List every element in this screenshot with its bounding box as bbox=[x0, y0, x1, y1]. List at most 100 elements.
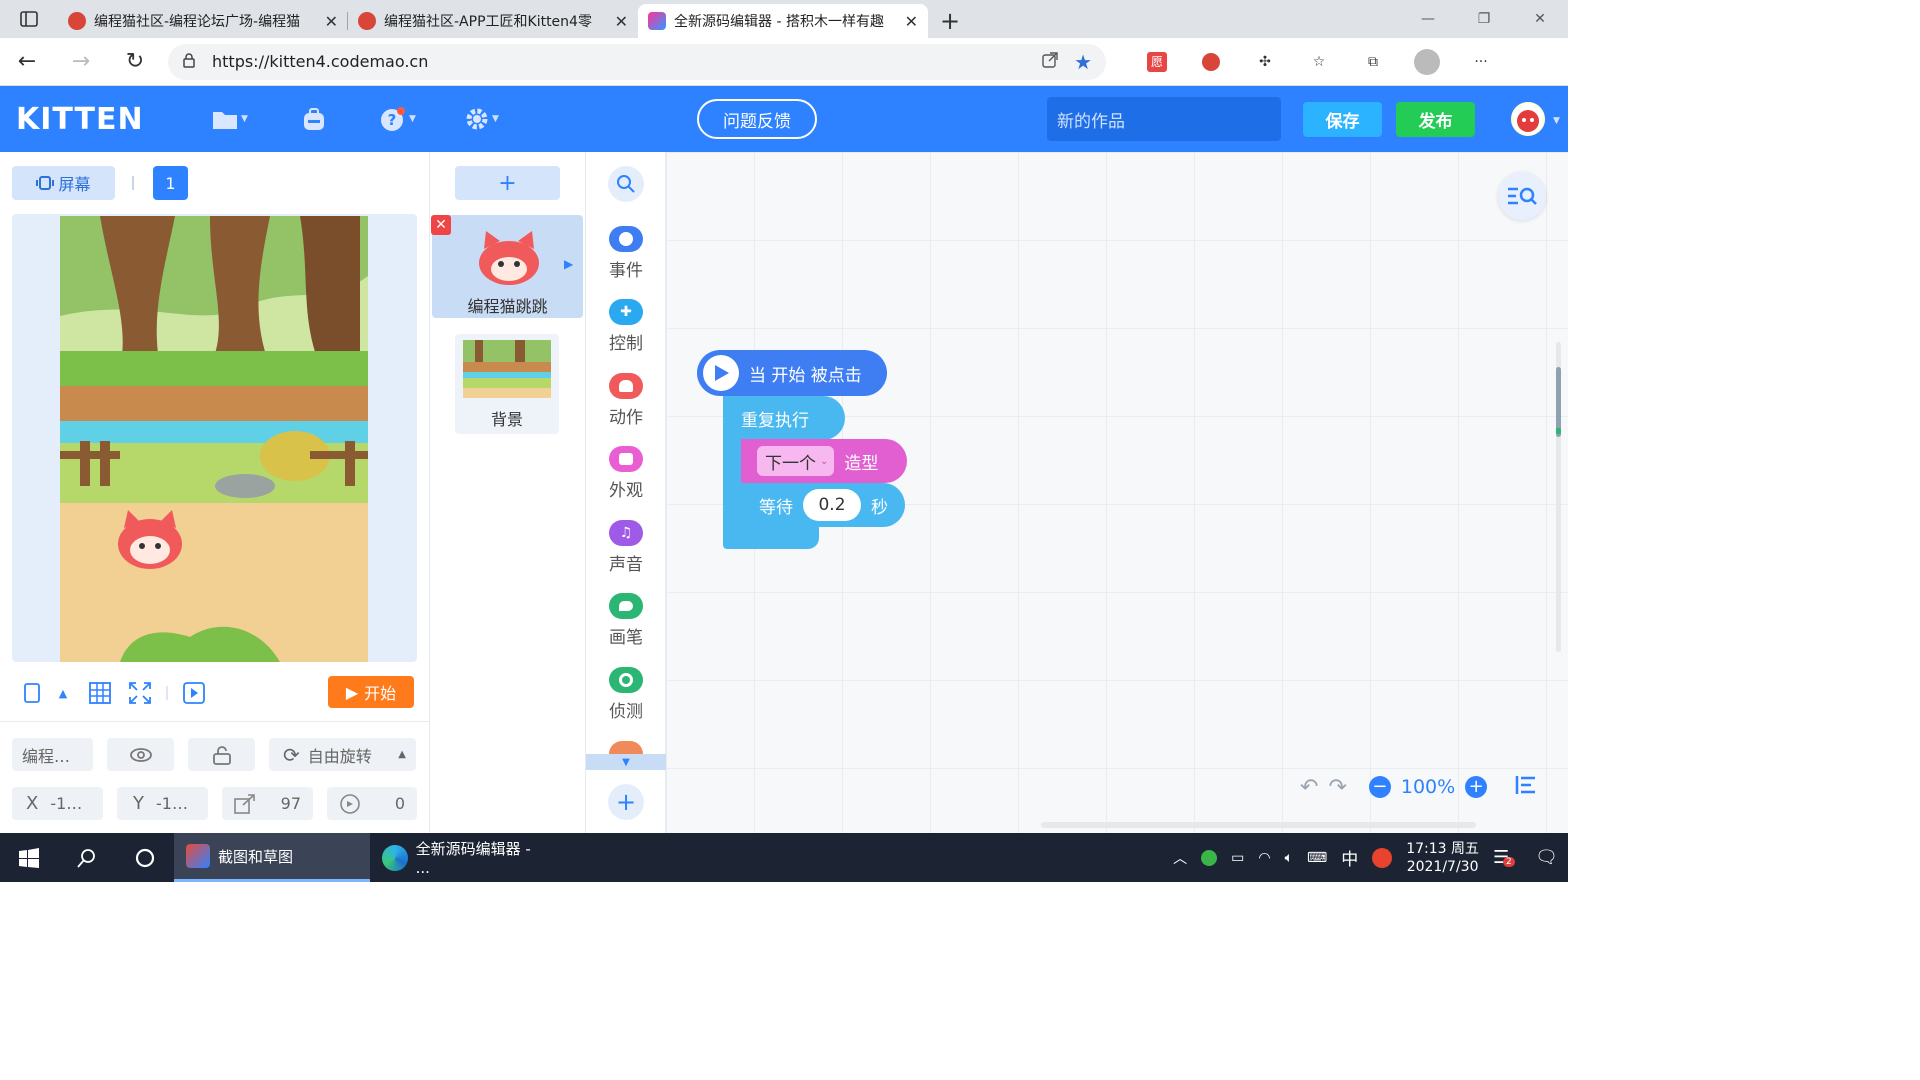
backpack-icon[interactable] bbox=[272, 99, 356, 139]
profile-icon[interactable] bbox=[1400, 38, 1454, 86]
vertical-scroll-thumb[interactable] bbox=[1556, 367, 1561, 437]
category-pen[interactable]: 画笔 bbox=[586, 593, 666, 663]
sogou-ime-icon[interactable] bbox=[1372, 847, 1393, 868]
delete-sprite-icon[interactable]: ✕ bbox=[431, 215, 451, 235]
restore-icon[interactable]: ❐ bbox=[1456, 0, 1512, 38]
refresh-icon[interactable]: ↻ bbox=[108, 38, 162, 86]
grid-icon[interactable] bbox=[80, 675, 120, 711]
direction-value: 0 bbox=[394, 794, 405, 813]
close-tab-icon[interactable]: ✕ bbox=[325, 12, 338, 31]
save-button[interactable]: 保存 bbox=[1303, 102, 1382, 137]
wifi-icon[interactable]: ◠ bbox=[1258, 850, 1270, 866]
more-menu-icon[interactable]: ··· bbox=[1454, 38, 1508, 86]
zoom-out-button[interactable]: − bbox=[1368, 776, 1391, 798]
category-operators-partial-icon[interactable] bbox=[609, 741, 643, 754]
category-control[interactable]: ✚ 控制 bbox=[586, 299, 666, 369]
cortana-icon[interactable] bbox=[116, 833, 174, 882]
close-tab-icon[interactable]: ✕ bbox=[905, 12, 918, 31]
minimize-icon[interactable]: — bbox=[1400, 0, 1456, 38]
chevron-right-icon[interactable]: ▶ bbox=[564, 257, 573, 271]
repeat-block-body[interactable] bbox=[723, 440, 741, 528]
direction-field[interactable]: 0 bbox=[327, 787, 417, 820]
keyboard-icon[interactable]: ⌨ bbox=[1307, 850, 1327, 866]
category-events[interactable]: 事件 bbox=[586, 226, 666, 296]
settings-gear-icon[interactable]: ▼ bbox=[440, 99, 524, 139]
search-icon[interactable] bbox=[58, 833, 116, 882]
stage-canvas[interactable] bbox=[60, 216, 368, 662]
category-sound[interactable]: ♫ 声音 bbox=[586, 520, 666, 590]
horizontal-scrollbar[interactable] bbox=[1041, 822, 1476, 828]
help-menu-icon[interactable]: ? ▼ bbox=[356, 99, 440, 139]
stage-ratio-icon[interactable] bbox=[12, 675, 52, 711]
wait-seconds-input[interactable]: 0.2 bbox=[803, 489, 861, 521]
costume-dropdown[interactable]: 下一个 ⌄ bbox=[757, 446, 835, 476]
undo-icon[interactable]: ↶ bbox=[1300, 775, 1318, 800]
redo-icon[interactable]: ↷ bbox=[1328, 775, 1346, 800]
next-costume-block[interactable]: 下一个 ⌄ 造型 bbox=[741, 439, 907, 483]
add-sprite-button[interactable]: + bbox=[455, 166, 560, 200]
forward-icon[interactable]: → bbox=[54, 38, 108, 86]
taskbar-app-edge[interactable]: 全新源码编辑器 - ... bbox=[370, 833, 560, 882]
chevron-up-icon[interactable]: ▲ bbox=[52, 675, 74, 711]
screen-button[interactable]: 屏幕 bbox=[12, 166, 115, 200]
rotation-mode-select[interactable]: ⟳ 自由旋转 ▲ bbox=[269, 738, 416, 771]
collections-icon[interactable]: ⧉ bbox=[1346, 38, 1400, 86]
size-field[interactable]: 97 bbox=[222, 787, 313, 820]
close-window-icon[interactable]: ✕ bbox=[1512, 0, 1568, 38]
publish-button[interactable]: 发布 bbox=[1396, 102, 1475, 137]
avatar-chevron-down-icon[interactable]: ▼ bbox=[1553, 116, 1560, 126]
start-button[interactable]: ▶ 开始 bbox=[328, 676, 414, 708]
play-preview-icon[interactable] bbox=[174, 675, 214, 711]
repeat-forever-block[interactable]: 重复执行 bbox=[723, 396, 845, 440]
tab-actions-icon[interactable] bbox=[0, 0, 58, 38]
system-clock[interactable]: 17:13 周五 2021/7/30 bbox=[1406, 840, 1479, 876]
ime-indicator[interactable]: 中 bbox=[1341, 845, 1358, 870]
zoom-in-button[interactable]: + bbox=[1465, 776, 1488, 798]
scroll-categories-down-icon[interactable]: ▼ bbox=[586, 754, 666, 770]
favorites-icon[interactable]: ☆ bbox=[1292, 38, 1346, 86]
search-blocks-icon[interactable] bbox=[608, 166, 644, 202]
repeat-block-foot[interactable] bbox=[723, 527, 819, 549]
open-in-app-icon[interactable] bbox=[1042, 51, 1058, 72]
tray-app-icon[interactable] bbox=[1201, 849, 1218, 866]
x-position-field[interactable]: X -1… bbox=[12, 787, 103, 820]
browser-tab-2[interactable]: 编程猫社区-APP工匠和Kitten4零 ✕ bbox=[348, 4, 638, 38]
tidy-blocks-icon[interactable] bbox=[1515, 775, 1537, 800]
browser-tab-3[interactable]: 全新源码编辑器 - 搭积木一样有趣 ✕ bbox=[638, 4, 928, 38]
windows-start-icon[interactable] bbox=[0, 833, 58, 882]
battery-icon[interactable]: ▭ bbox=[1231, 850, 1244, 866]
favorite-star-icon[interactable]: ★ bbox=[1074, 50, 1092, 74]
y-position-field[interactable]: Y -1… bbox=[117, 787, 208, 820]
category-looks[interactable]: 外观 bbox=[586, 446, 666, 516]
sprite-name-field[interactable]: 编程… bbox=[12, 738, 93, 771]
volume-icon[interactable]: 🔈︎ bbox=[1285, 850, 1293, 866]
category-motion[interactable]: 动作 bbox=[586, 373, 666, 443]
visibility-toggle[interactable] bbox=[107, 738, 174, 771]
background-card[interactable]: 背景 bbox=[455, 334, 559, 434]
notifications-icon[interactable]: ☰ 2 bbox=[1493, 847, 1515, 868]
close-tab-icon[interactable]: ✕ bbox=[615, 12, 628, 31]
category-sensing[interactable]: 侦测 bbox=[586, 667, 666, 737]
lock-toggle[interactable] bbox=[188, 738, 255, 771]
workspace-search-icon[interactable] bbox=[1498, 172, 1546, 220]
new-tab-button[interactable]: + bbox=[928, 4, 972, 38]
page-1-button[interactable]: 1 bbox=[153, 166, 188, 200]
action-center-icon[interactable]: 🗨︎ bbox=[1535, 847, 1558, 868]
add-extension-button[interactable]: + bbox=[608, 784, 644, 820]
browser-tab-1[interactable]: 编程猫社区-编程论坛广场-编程猫 ✕ bbox=[58, 4, 348, 38]
codemao-extension-icon[interactable] bbox=[1184, 38, 1238, 86]
back-icon[interactable]: ← bbox=[0, 38, 54, 86]
wait-seconds-block[interactable]: 等待 0.2 秒 bbox=[741, 483, 905, 527]
fullscreen-icon[interactable] bbox=[120, 675, 160, 711]
chevron-up-icon[interactable]: ︿ bbox=[1173, 848, 1187, 868]
extensions-puzzle-icon[interactable]: ✣ bbox=[1238, 38, 1292, 86]
file-menu-icon[interactable]: ▼ bbox=[188, 99, 272, 139]
extension-badge-icon[interactable]: 愿 bbox=[1130, 38, 1184, 86]
project-name-input[interactable]: 新的作品 bbox=[1047, 97, 1281, 141]
url-field[interactable]: https://kitten4.codemao.cn ★ bbox=[168, 43, 1106, 80]
user-avatar[interactable] bbox=[1511, 102, 1545, 136]
when-start-clicked-block[interactable]: 当 开始 被点击 bbox=[697, 350, 887, 396]
feedback-button[interactable]: 问题反馈 bbox=[697, 99, 817, 139]
taskbar-app-snip-sketch[interactable]: 截图和草图 bbox=[174, 833, 370, 882]
sprite-card-selected[interactable]: ▶ 编程猫跳跳 bbox=[432, 215, 583, 318]
